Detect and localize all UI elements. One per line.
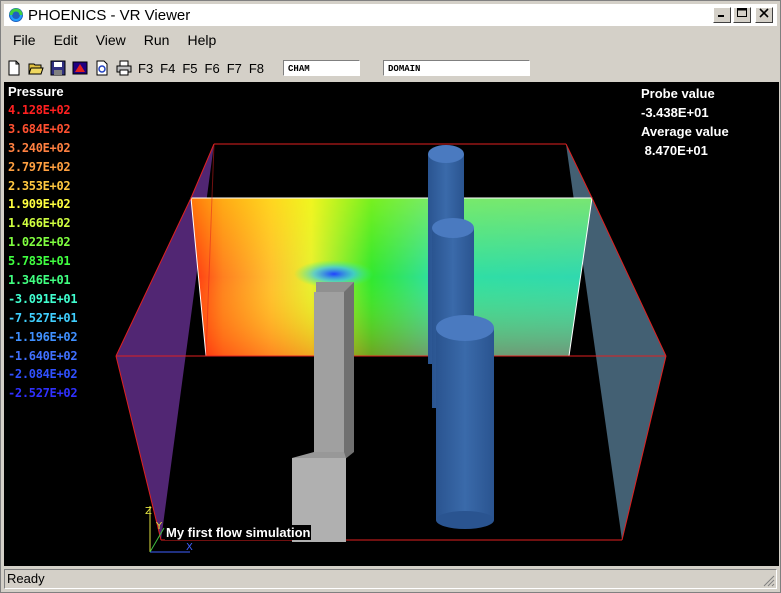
legend-value: 1.022E+02 bbox=[8, 235, 71, 250]
legend-value: -1.196E+02 bbox=[8, 329, 78, 344]
save-button[interactable] bbox=[48, 58, 68, 78]
print-button[interactable] bbox=[114, 58, 134, 78]
legend-value: 3.240E+02 bbox=[8, 140, 71, 155]
probe-panel: Probe value -3.438E+01 Average value 8.4… bbox=[641, 84, 729, 160]
legend-value: 2.797E+02 bbox=[8, 159, 71, 174]
axis-z-label: Z bbox=[145, 506, 152, 517]
legend-value: -3.091E+01 bbox=[8, 291, 78, 306]
legend-value: 2.353E+02 bbox=[8, 178, 71, 193]
domain-field[interactable]: DOMAIN bbox=[383, 60, 531, 76]
reset-icon bbox=[96, 60, 108, 76]
open-folder-icon bbox=[28, 63, 44, 75]
resize-grip-icon[interactable] bbox=[763, 575, 775, 587]
legend-value: -1.640E+02 bbox=[8, 348, 78, 363]
average-value: 8.470E+01 bbox=[641, 143, 708, 158]
status-bar: Ready bbox=[4, 569, 777, 589]
legend-value: 4.128E+02 bbox=[8, 103, 71, 117]
close-button[interactable] bbox=[755, 7, 773, 23]
average-label: Average value bbox=[641, 124, 729, 139]
f7-button[interactable]: F7 bbox=[225, 61, 244, 76]
reset-button[interactable] bbox=[92, 58, 112, 78]
legend-value: -2.527E+02 bbox=[8, 386, 78, 401]
window-title: PHOENICS - VR Viewer bbox=[28, 6, 191, 24]
f3-button[interactable]: F3 bbox=[136, 61, 155, 76]
axis-x-label: X bbox=[186, 542, 193, 553]
legend-value: 1.909E+02 bbox=[8, 197, 71, 212]
title-bar[interactable]: PHOENICS - VR Viewer bbox=[4, 4, 777, 26]
app-window: PHOENICS - VR Viewer File Edit View Run … bbox=[0, 0, 781, 593]
maximize-icon bbox=[737, 8, 747, 17]
f4-button[interactable]: F4 bbox=[158, 61, 177, 76]
legend-value: 1.466E+02 bbox=[8, 216, 71, 231]
window-controls bbox=[713, 7, 773, 23]
save-disk-icon bbox=[50, 60, 66, 76]
maximize-button[interactable] bbox=[733, 7, 751, 23]
probe-label: Probe value bbox=[641, 86, 715, 101]
menu-edit[interactable]: Edit bbox=[45, 32, 87, 48]
new-button[interactable] bbox=[4, 58, 24, 78]
menu-bar: File Edit View Run Help bbox=[4, 29, 225, 51]
cham-field[interactable]: CHAM bbox=[283, 60, 361, 76]
menu-run[interactable]: Run bbox=[135, 32, 179, 48]
legend-value: 3.684E+02 bbox=[8, 121, 71, 136]
3d-viewport[interactable]: Z Y X Pressure 4.128E+02 3.684E+02 3.240E+… bbox=[4, 82, 779, 566]
legend-value: -7.527E+01 bbox=[8, 310, 78, 325]
red-image-icon bbox=[72, 61, 88, 75]
legend-title: Pressure bbox=[8, 84, 64, 99]
legend-value: -2.084E+02 bbox=[8, 367, 78, 382]
f8-button[interactable]: F8 bbox=[247, 61, 266, 76]
f6-button[interactable]: F6 bbox=[203, 61, 222, 76]
menu-file[interactable]: File bbox=[4, 32, 45, 48]
capture-button[interactable] bbox=[70, 58, 90, 78]
minimize-button[interactable] bbox=[713, 7, 731, 23]
printer-icon bbox=[116, 60, 132, 76]
axis-y-label: Y bbox=[155, 521, 163, 532]
pressure-legend: 4.128E+02 3.684E+02 3.240E+02 2.797E+02 2.35… bbox=[8, 101, 78, 403]
toolbar: F3 F4 F5 F6 F7 F8 CHAM DOMAIN bbox=[4, 56, 777, 80]
new-file-icon bbox=[8, 60, 20, 76]
menu-help[interactable]: Help bbox=[178, 32, 225, 48]
legend-value: 1.346E+01 bbox=[8, 273, 71, 288]
menu-view[interactable]: View bbox=[87, 32, 135, 48]
minimize-icon bbox=[718, 15, 724, 17]
close-icon bbox=[759, 8, 769, 18]
f5-button[interactable]: F5 bbox=[180, 61, 199, 76]
simulation-caption: My first flow simulation bbox=[165, 525, 312, 540]
legend-value: 5.783E+01 bbox=[8, 254, 71, 269]
status-text: Ready bbox=[7, 571, 45, 586]
open-button[interactable] bbox=[26, 58, 46, 78]
phoenics-logo-icon bbox=[9, 8, 23, 22]
probe-value: -3.438E+01 bbox=[641, 105, 709, 120]
